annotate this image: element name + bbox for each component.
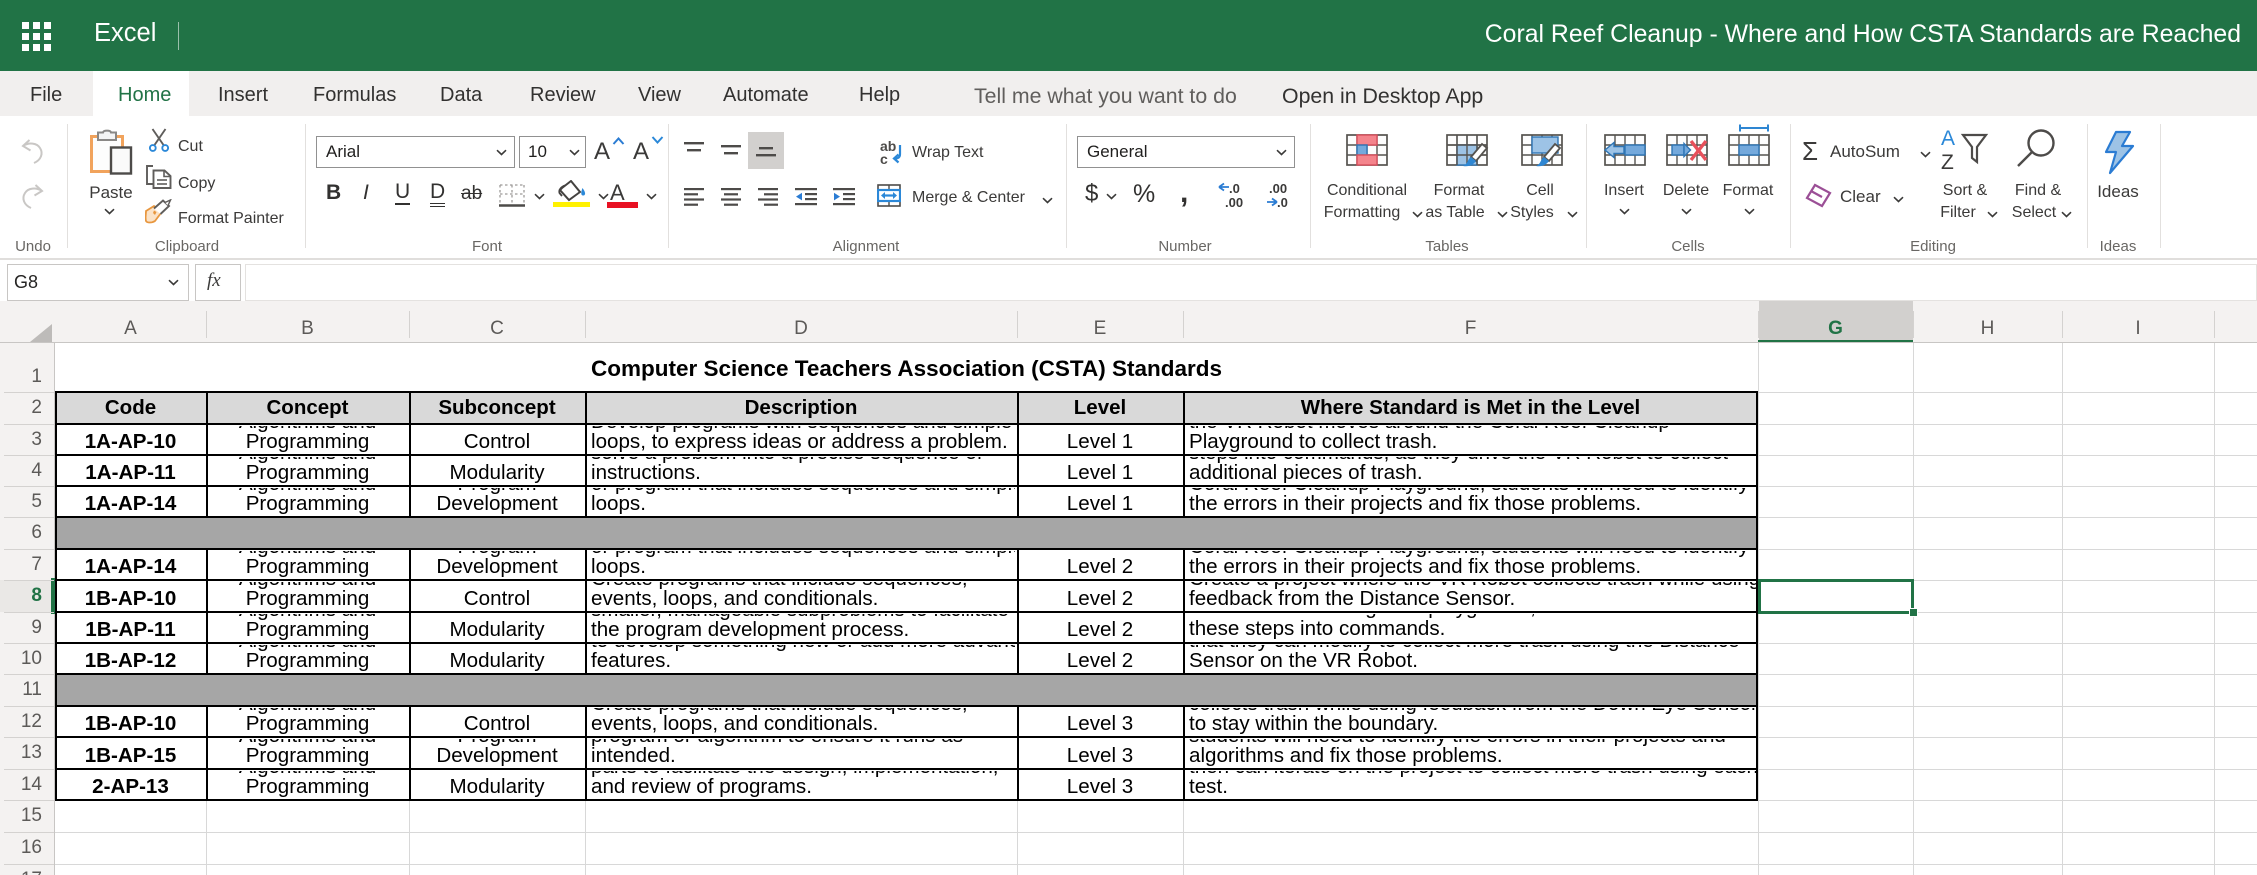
svg-text:A: A xyxy=(1941,127,1955,150)
svg-text:c: c xyxy=(880,151,888,166)
svg-text:.0: .0 xyxy=(1229,182,1240,196)
svg-text:.0: .0 xyxy=(1277,195,1288,208)
svg-text:Z: Z xyxy=(1941,151,1954,174)
svg-text:.00: .00 xyxy=(1269,182,1287,196)
svg-text:.00: .00 xyxy=(1225,195,1243,208)
